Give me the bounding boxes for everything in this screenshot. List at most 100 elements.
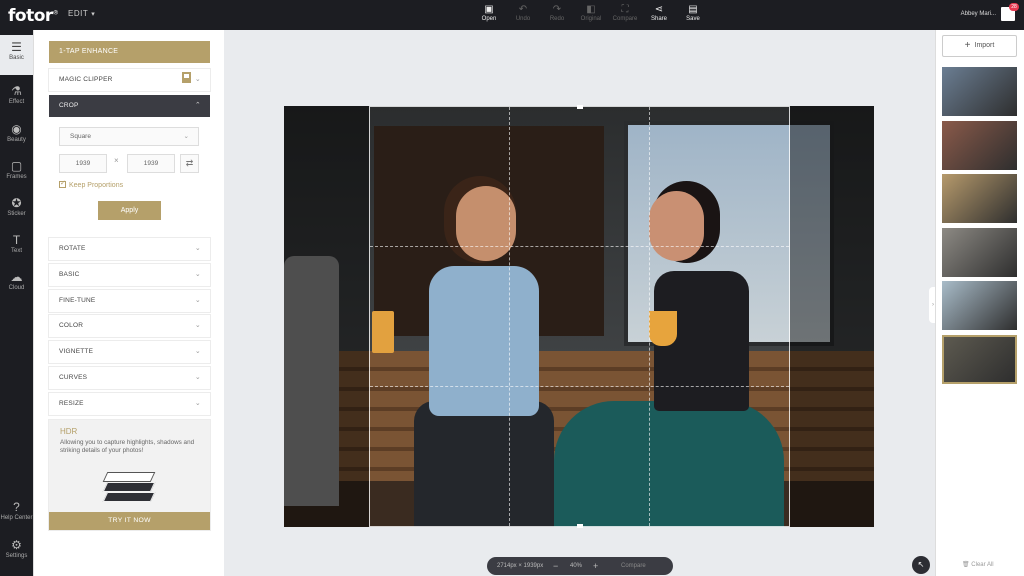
image-library-panel: + Import 🗑 Clear All [935,30,1024,576]
sticker-icon: ✪ [11,196,22,210]
folder-icon: ▣ [484,4,494,15]
section-fine-tune[interactable]: FINE-TUNE ⌄ [49,289,210,312]
expand-icon[interactable]: ↖ [912,556,930,574]
toolbar-label: Compare [612,16,638,22]
one-tap-enhance-button[interactable]: 1-TAP ENHANCE [49,41,210,63]
fotor-logo[interactable]: fotor® [8,6,59,26]
section-basic[interactable]: BASIC ⌄ [49,263,210,286]
rail-item-text[interactable]: T Text [0,233,33,254]
rail-item-settings[interactable]: ⚙ Settings [0,538,33,559]
import-label: Import [974,42,995,49]
hdr-description: Allowing you to capture highlights, shad… [60,439,195,454]
crop-ratio-value: Square [70,133,91,140]
notification-badge: 28 [1009,3,1019,11]
toolbar: ▣ Open ↶ Undo ↷ Redo ◧ Original ⛶ Compare ⋖ Share ▤ S… [472,3,710,22]
toolbar-label: Original [580,16,602,22]
section-label: CURVES [59,374,88,381]
share-icon: ⋖ [654,4,664,15]
crop-height-input[interactable]: 1939 [127,154,175,173]
zoom-in-button[interactable]: + [593,557,598,575]
rail-item-frames[interactable]: ▢ Frames [0,159,33,180]
premium-bookmark-icon [182,72,191,83]
help-icon: ? [13,500,20,514]
magic-clipper-row[interactable]: MAGIC CLIPPER ⌄ [49,69,210,91]
rail-item-help-center[interactable]: ? Help Center [0,500,33,521]
image-thumbnail[interactable] [942,174,1017,223]
clear-all-button[interactable]: 🗑 Clear All [962,561,994,568]
crop-handle-bottom[interactable] [577,524,583,528]
crop-handle-top[interactable] [577,105,583,109]
section-rotate[interactable]: ROTATE ⌄ [49,238,210,260]
clear-all-label: Clear All [971,562,994,568]
rail-item-label: Text [10,248,22,254]
toolbar-label: Open [481,16,497,22]
section-resize[interactable]: RESIZE ⌄ [49,392,210,415]
toolbar-label: Redo [549,16,565,22]
eye-icon: ◉ [11,122,22,136]
section-curves[interactable]: CURVES ⌄ [49,367,210,389]
toolbar-save-button[interactable]: ▤ Save [676,3,710,22]
apply-button[interactable]: Apply [98,201,161,220]
image-thumbnail[interactable] [942,281,1017,330]
rail-item-label: Help Center [0,515,33,521]
toolbar-undo-button[interactable]: ↶ Undo [506,3,540,22]
section-color[interactable]: COLOR ⌄ [49,315,210,338]
crop-mask-right [790,106,874,527]
undo-icon: ↶ [518,4,528,15]
try-it-now-button[interactable]: TRY IT NOW [49,512,210,530]
times-sign: × [114,156,119,165]
layers-icon [100,464,160,508]
checkbox-icon [59,179,66,188]
keep-proportions-checkbox[interactable]: Keep Proportions [59,179,124,189]
rail-item-basic[interactable]: ☰ Basic [0,35,33,75]
crop-ratio-select[interactable]: Square ⌄ [59,127,199,146]
chevron-down-icon: ⌄ [194,76,201,83]
edit-panel: 1-TAP ENHANCE MAGIC CLIPPER ⌄ CROP ⌃ Squ… [33,30,224,576]
chevron-down-icon: ⌄ [194,322,201,330]
chevron-down-icon: ⌄ [194,399,201,407]
swap-icon[interactable]: ⇄ [180,154,199,173]
rail-item-label: Effect [8,99,25,105]
section-label: VIGNETTE [59,348,94,356]
rail-item-label: Frames [6,174,27,180]
crop-frame[interactable] [369,105,790,528]
edit-menu-label: EDIT [68,9,89,18]
keep-proportions-label: Keep Proportions [69,182,124,189]
edit-menu[interactable]: EDIT ▾ [68,9,95,18]
section-label: RESIZE [59,399,84,407]
rail-item-label: Cloud [8,285,25,291]
crop-width-input[interactable]: 1939 [59,154,107,173]
image-thumbnail[interactable] [942,67,1017,116]
section-label: ROTATE [59,245,86,252]
toolbar-original-button[interactable]: ◧ Original [574,3,608,22]
rail-item-beauty[interactable]: ◉ Beauty [0,122,33,143]
rail-item-sticker[interactable]: ✪ Sticker [0,196,33,217]
toolbar-label: Save [686,16,700,22]
top-bar: fotor® EDIT ▾ ▣ Open ↶ Undo ↷ Redo ◧ Original ⛶ Co… [0,0,1024,30]
zoom-out-button[interactable]: − [553,557,558,575]
rail-item-label: Settings [5,553,28,559]
import-button[interactable]: + Import [942,35,1017,57]
rail-item-effect[interactable]: ⚗ Effect [0,84,33,105]
image-thumbnail[interactable] [942,120,1017,170]
image-thumbnail[interactable] [942,334,1017,384]
rail-item-cloud[interactable]: ☁ Cloud [0,270,33,291]
section-vignette[interactable]: VIGNETTE ⌄ [49,341,210,364]
crop-row[interactable]: CROP ⌃ [49,95,210,117]
original-icon: ◧ [586,4,596,15]
crop-label: CROP [59,102,79,109]
chevron-down-icon: ⌄ [194,296,201,304]
compare-button[interactable]: Compare [621,557,646,575]
chevron-down-icon: ⌄ [183,133,189,140]
toolbar-compare-button[interactable]: ⛶ Compare [608,3,642,22]
settings-icon: ⚙ [11,538,22,552]
toolbar-label: Undo [515,16,531,22]
toolbar-share-button[interactable]: ⋖ Share [642,3,676,22]
toolbar-redo-button[interactable]: ↷ Redo [540,3,574,22]
trash-icon: 🗑 [962,562,970,568]
chevron-up-icon: ⌃ [194,102,201,109]
user-name[interactable]: Abbey Mari... [961,11,996,17]
toolbar-open-button[interactable]: ▣ Open [472,3,506,22]
logo-mark: ® [52,9,59,17]
image-thumbnail[interactable] [942,227,1017,277]
